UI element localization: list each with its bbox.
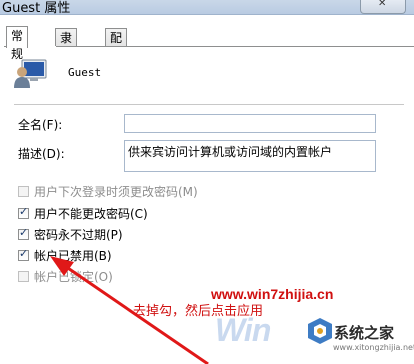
tab-profile[interactable]: 配置文件 xyxy=(105,28,128,99)
close-icon: ✕ xyxy=(378,0,387,9)
logo-brand: 系统之家 xyxy=(334,324,395,342)
user-name: Guest xyxy=(68,66,102,79)
close-button[interactable]: ✕ xyxy=(360,0,406,14)
account-disabled-checkbox[interactable] xyxy=(18,247,29,261)
checkbox-row-account-disabled[interactable]: 帐户已禁用(B) xyxy=(18,247,112,263)
logo-url: www.xitongzhijia.net xyxy=(333,343,414,352)
must-change-password-checkbox[interactable] xyxy=(18,185,29,197)
fullname-input[interactable] xyxy=(124,114,376,133)
title-bar: Guest 属性 ✕ xyxy=(0,0,414,16)
description-input[interactable]: 供来宾访问计算机或访问域的内置帐户 xyxy=(124,140,376,172)
cannot-change-password-label: 用户不能更改密码(C) xyxy=(34,206,148,221)
tab-divider xyxy=(56,46,414,47)
tab-member-of[interactable]: 隶属于 xyxy=(55,28,78,81)
cannot-change-password-checkbox[interactable] xyxy=(18,205,29,219)
password-never-expires-checkbox[interactable] xyxy=(18,226,29,240)
checkbox-row-password-never-expires[interactable]: 密码永不过期(P) xyxy=(18,226,123,242)
checkbox-row-must-change-password[interactable]: 用户下次登录时须更改密码(M) xyxy=(18,183,198,199)
password-never-expires-label: 密码永不过期(P) xyxy=(34,227,123,242)
checkbox-row-cannot-change-password[interactable]: 用户不能更改密码(C) xyxy=(18,205,148,221)
annotation-text: 去掉勾，然后点击应用 xyxy=(133,304,264,319)
fullname-label: 全名(F): xyxy=(18,118,63,132)
window-title: Guest 属性 xyxy=(2,1,71,16)
account-disabled-label: 帐户已禁用(B) xyxy=(34,248,112,263)
checkbox-row-account-locked[interactable]: 帐户已锁定(O) xyxy=(18,268,113,284)
properties-window: Guest 属性 ✕ 常规 隶属于 配置文件 Guest 全名(F): 描述(D… xyxy=(0,0,414,364)
description-label: 描述(D): xyxy=(18,147,65,161)
logo-icon xyxy=(308,318,332,344)
must-change-password-label: 用户下次登录时须更改密码(M) xyxy=(34,184,198,199)
account-locked-label: 帐户已锁定(O) xyxy=(34,269,113,284)
account-locked-checkbox[interactable] xyxy=(18,270,29,282)
tab-general[interactable]: 常规 xyxy=(6,26,29,61)
separator xyxy=(14,104,404,105)
